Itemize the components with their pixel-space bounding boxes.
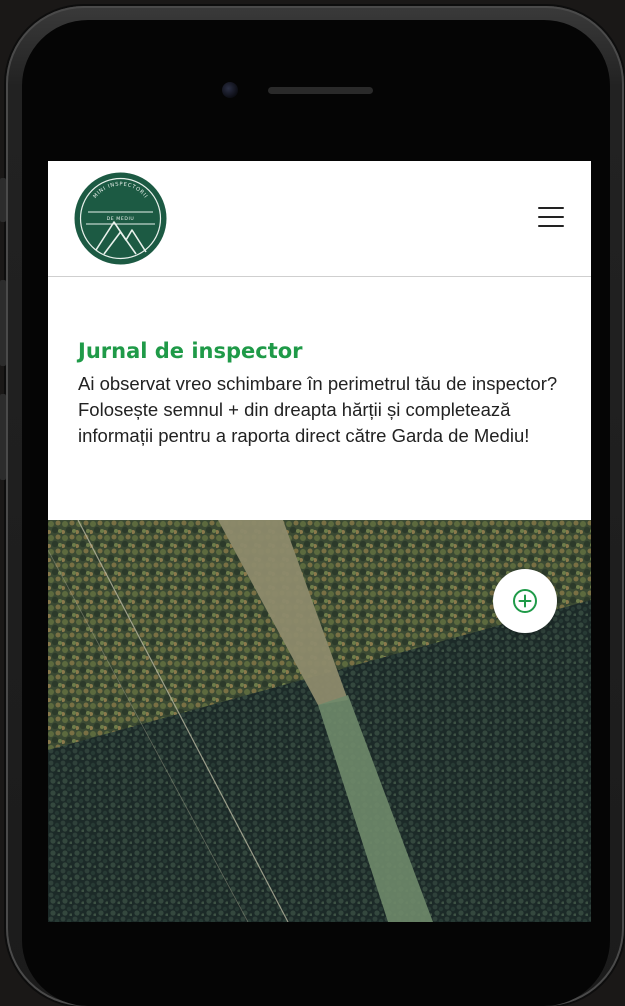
add-report-button[interactable] <box>493 569 557 633</box>
menu-line <box>538 216 564 218</box>
menu-line <box>538 207 564 209</box>
menu-line <box>538 225 564 227</box>
front-camera <box>222 82 238 98</box>
phone-screen: MINI INSPECTORII DE MEDIU Jurnal de insp… <box>48 161 591 922</box>
journal-description: Ai observat vreo schimbare în perimetrul… <box>78 373 558 446</box>
journal-section: Jurnal de inspector Ai observat vreo sch… <box>78 339 578 449</box>
earpiece-speaker <box>268 87 373 94</box>
phone-side-button <box>0 394 6 480</box>
logo-inner-text: DE MEDIU <box>107 216 135 222</box>
site-logo[interactable]: MINI INSPECTORII DE MEDIU <box>74 172 167 265</box>
logo-emblem-icon: MINI INSPECTORII DE MEDIU <box>74 172 167 265</box>
hamburger-icon[interactable] <box>538 207 564 229</box>
phone-side-button <box>0 280 6 366</box>
site-header: MINI INSPECTORII DE MEDIU <box>48 161 591 277</box>
phone-side-button <box>0 178 6 222</box>
plus-circle-icon <box>513 589 537 613</box>
journal-title: Jurnal de inspector <box>78 339 303 363</box>
